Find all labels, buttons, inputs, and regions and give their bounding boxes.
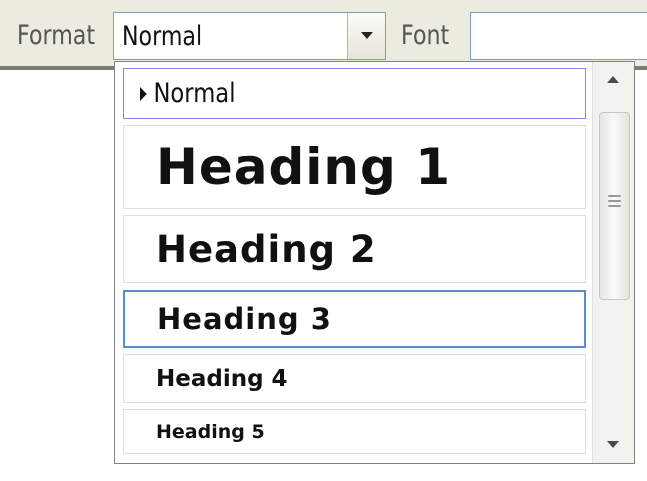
format-label: Format: [17, 20, 96, 51]
format-combo-value: Normal: [122, 21, 203, 52]
font-label: Font: [401, 20, 450, 51]
dropdown-item-heading-1-label: Heading 1: [156, 138, 452, 196]
dropdown-item-normal-label: Normal: [153, 78, 236, 109]
dropdown-item-heading-1[interactable]: Heading 1: [123, 125, 586, 209]
dropdown-scrollbar[interactable]: [592, 62, 634, 463]
dropdown-item-heading-3-label: Heading 3: [157, 302, 332, 336]
scroll-down-icon[interactable]: [593, 421, 634, 463]
dropdown-item-heading-4[interactable]: Heading 4: [123, 354, 586, 403]
font-input[interactable]: [470, 12, 647, 60]
dropdown-item-heading-4-label: Heading 4: [156, 365, 288, 392]
format-toolbar: Format Normal Font: [0, 0, 647, 70]
dropdown-item-heading-2[interactable]: Heading 2: [123, 215, 586, 283]
format-dropdown-button[interactable]: [347, 13, 385, 59]
format-dropdown-list: Normal Heading 1 Heading 2 Heading 3 Hea…: [114, 61, 635, 464]
format-combo[interactable]: Normal: [113, 12, 386, 60]
scroll-thumb[interactable]: [599, 112, 630, 300]
dropdown-item-normal[interactable]: Normal: [123, 68, 586, 119]
current-item-arrow-icon: [140, 86, 147, 101]
dropdown-item-heading-5[interactable]: Heading 5: [123, 409, 586, 454]
dropdown-item-heading-3[interactable]: Heading 3: [123, 290, 586, 348]
scroll-up-icon[interactable]: [593, 62, 634, 104]
dropdown-item-heading-5-label: Heading 5: [156, 420, 265, 443]
dropdown-item-heading-2-label: Heading 2: [156, 227, 377, 271]
grip-icon: [608, 195, 621, 207]
